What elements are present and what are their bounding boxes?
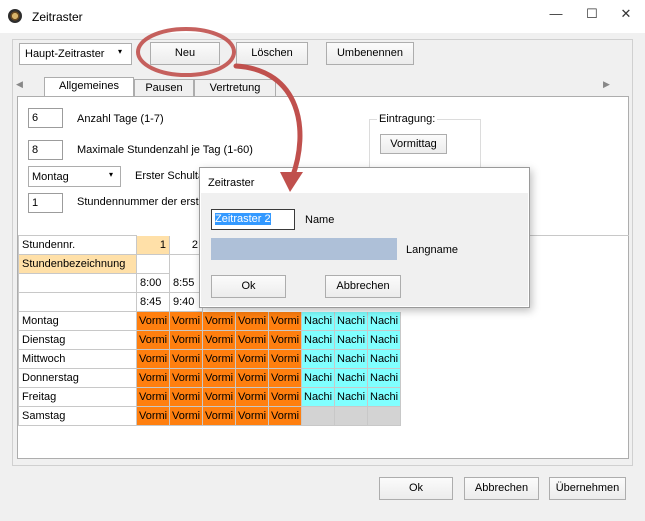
annotation-overlay — [136, 27, 303, 192]
annotation-arrow-line — [233, 63, 303, 181]
annotation-arrow-head — [280, 172, 303, 192]
highlight-ellipse — [136, 27, 236, 77]
